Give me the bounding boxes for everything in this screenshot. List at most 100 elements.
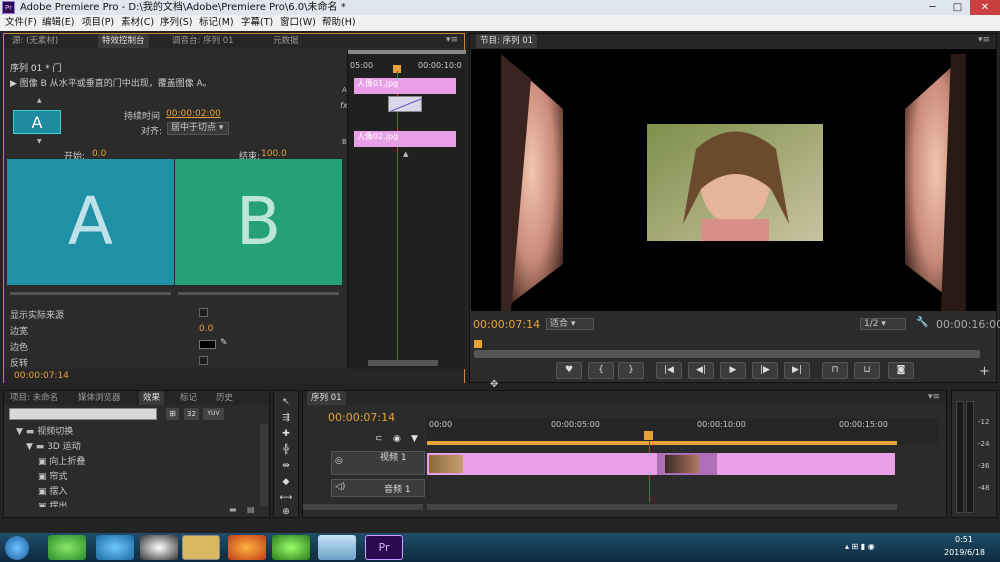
- tab-markers[interactable]: 标记: [176, 391, 201, 405]
- close-icon[interactable]: ✕: [970, 0, 1000, 15]
- timeline-scrollbar[interactable]: [427, 504, 897, 510]
- timeline-zoom-slider[interactable]: [303, 504, 423, 510]
- tab-sequence[interactable]: 序列 01: [307, 391, 346, 405]
- lift-button[interactable]: ⊓: [822, 362, 848, 379]
- menu-project[interactable]: 项目(P): [82, 15, 114, 31]
- thumb-up-arrow[interactable]: ▲: [37, 97, 42, 104]
- program-panel-menu-icon[interactable]: ▾≡: [978, 35, 990, 45]
- go-to-out-button[interactable]: ▶|: [784, 362, 810, 379]
- taskbar-app-icon[interactable]: [272, 535, 310, 560]
- go-to-in-button[interactable]: |◀: [656, 362, 682, 379]
- video-track-header[interactable]: ◎ 视频 1: [331, 451, 425, 475]
- rolling-edit-tool-icon[interactable]: ╬: [277, 445, 295, 455]
- menu-title[interactable]: 字幕(T): [241, 15, 273, 31]
- tree-item-swing-in[interactable]: ▣ 摆入: [38, 484, 67, 497]
- start-value[interactable]: 0.0: [92, 149, 106, 159]
- tab-project[interactable]: 项目: 未命名: [6, 391, 62, 405]
- step-back-button[interactable]: ◀|: [688, 362, 714, 379]
- mini-transition-block[interactable]: [388, 96, 422, 112]
- tray-icons[interactable]: ▴ ⊞ ▮ ◉: [845, 542, 875, 551]
- timeline-marker-icon[interactable]: ▼: [411, 434, 418, 444]
- selection-tool-icon[interactable]: ↖: [277, 397, 295, 407]
- tab-audio-mixer[interactable]: 调音台: 序列 01: [168, 34, 238, 48]
- button-editor-icon[interactable]: +: [979, 364, 990, 379]
- preview-a-slider[interactable]: [10, 292, 171, 295]
- timeline-time[interactable]: 00:00:07:14: [328, 411, 395, 424]
- eyedropper-icon[interactable]: ✎: [220, 338, 228, 348]
- mini-clip-b[interactable]: 人像02.jpg: [354, 131, 456, 147]
- play-button[interactable]: ▶: [720, 362, 746, 379]
- duration-value[interactable]: 00:00:02:00: [166, 109, 221, 119]
- audio-track-header[interactable]: ◁) 音频 1: [331, 479, 425, 497]
- taskbar-app2-icon[interactable]: [318, 535, 356, 560]
- maximize-icon[interactable]: □: [945, 0, 970, 15]
- clock-time[interactable]: 0:51: [955, 535, 973, 544]
- tree-item-swing-out[interactable]: ▣ 摆出: [38, 499, 67, 507]
- tree-item-video-transitions[interactable]: ▼ ▬ 视频切换: [16, 424, 73, 437]
- menu-sequence[interactable]: 序列(S): [160, 15, 192, 31]
- taskbar-ie-icon[interactable]: [96, 535, 134, 560]
- tab-program[interactable]: 节目: 序列 01: [476, 34, 538, 48]
- yuv-badge[interactable]: YUV: [203, 408, 224, 420]
- razor-tool-icon[interactable]: ◆: [277, 477, 295, 487]
- project-scrollbar[interactable]: [260, 424, 268, 506]
- work-area-bar[interactable]: [427, 441, 897, 445]
- resolution-dropdown[interactable]: 1/2 ▾: [860, 318, 906, 330]
- mini-zoom-scrollbar[interactable]: [368, 360, 438, 366]
- add-marker-button[interactable]: ♥: [556, 362, 582, 379]
- tree-item-fold-up[interactable]: ▣ 向上折叠: [38, 454, 85, 467]
- menu-file[interactable]: 文件(F): [5, 15, 37, 31]
- taskbar-qq-icon[interactable]: [140, 535, 178, 560]
- border-width-value[interactable]: 0.0: [199, 324, 213, 334]
- mark-in-button[interactable]: {: [588, 362, 614, 379]
- taskbar-360-icon[interactable]: [48, 535, 86, 560]
- menu-marker[interactable]: 标记(M): [199, 15, 234, 31]
- effect-controls-time[interactable]: 00:00:07:14: [14, 371, 69, 381]
- eye-icon[interactable]: ◎: [335, 456, 343, 466]
- timeline-playhead-icon[interactable]: [644, 431, 653, 440]
- thumb-down-arrow[interactable]: ▼: [37, 138, 42, 145]
- program-time[interactable]: 00:00:07:14: [473, 318, 540, 331]
- mini-timeline-scrollbar[interactable]: [348, 50, 466, 54]
- clock-date[interactable]: 2019/6/18: [944, 548, 985, 557]
- snap-icon[interactable]: ⊂: [375, 434, 383, 444]
- tab-metadata[interactable]: 元数据: [269, 34, 303, 48]
- panel-menu-icon[interactable]: ▾≡: [446, 35, 458, 45]
- preview-b-slider[interactable]: [178, 292, 339, 295]
- tab-effects[interactable]: 效果: [139, 391, 165, 405]
- taskbar-explorer-icon[interactable]: [182, 535, 220, 560]
- wrench-icon[interactable]: 🔧: [916, 317, 928, 328]
- accelerated-effects-icon[interactable]: ⊞: [166, 408, 179, 420]
- extract-button[interactable]: ⊔: [854, 362, 880, 379]
- program-viewer[interactable]: [471, 49, 996, 311]
- transition-thumbnail[interactable]: A: [13, 110, 61, 134]
- speaker-icon[interactable]: ◁): [335, 482, 345, 492]
- tab-source[interactable]: 源: (无素材): [8, 34, 62, 48]
- set-marker-icon[interactable]: ◉: [393, 434, 401, 444]
- taskbar-premiere-icon[interactable]: Pr: [365, 535, 403, 560]
- tab-effect-controls[interactable]: 特效控制台: [98, 34, 149, 48]
- menu-clip[interactable]: 素材(C): [121, 15, 154, 31]
- end-value[interactable]: 100.0: [261, 149, 287, 159]
- rate-stretch-tool-icon[interactable]: ⇹: [277, 461, 295, 471]
- ripple-edit-tool-icon[interactable]: ✚: [277, 429, 295, 439]
- menu-edit[interactable]: 编辑(E): [42, 15, 74, 31]
- border-color-swatch[interactable]: [199, 340, 216, 349]
- program-playhead-icon[interactable]: [474, 340, 482, 348]
- fit-dropdown[interactable]: 适合 ▾: [546, 318, 594, 330]
- timeline-panel-menu-icon[interactable]: ▾≡: [928, 392, 940, 402]
- reverse-checkbox[interactable]: [199, 356, 208, 365]
- new-bin-icon[interactable]: ▬: [229, 505, 237, 514]
- tree-item-3d-motion[interactable]: ▼ ▬ 3D 运动: [26, 439, 81, 452]
- menu-window[interactable]: 窗口(W): [280, 15, 316, 31]
- video-clip-track[interactable]: [427, 453, 895, 475]
- export-frame-button[interactable]: ◙: [888, 362, 914, 379]
- tab-media-browser[interactable]: 媒体浏览器: [74, 391, 125, 405]
- track-select-tool-icon[interactable]: ⇶: [277, 413, 295, 423]
- show-source-checkbox[interactable]: [199, 308, 208, 317]
- effects-search-input[interactable]: [9, 408, 157, 420]
- start-button[interactable]: [5, 536, 29, 560]
- taskbar-firefox-icon[interactable]: [228, 535, 266, 560]
- timeline-ruler[interactable]: 00:00 00:00:05:00 00:00:10:00 00:00:15:0…: [427, 418, 939, 445]
- step-forward-button[interactable]: |▶: [752, 362, 778, 379]
